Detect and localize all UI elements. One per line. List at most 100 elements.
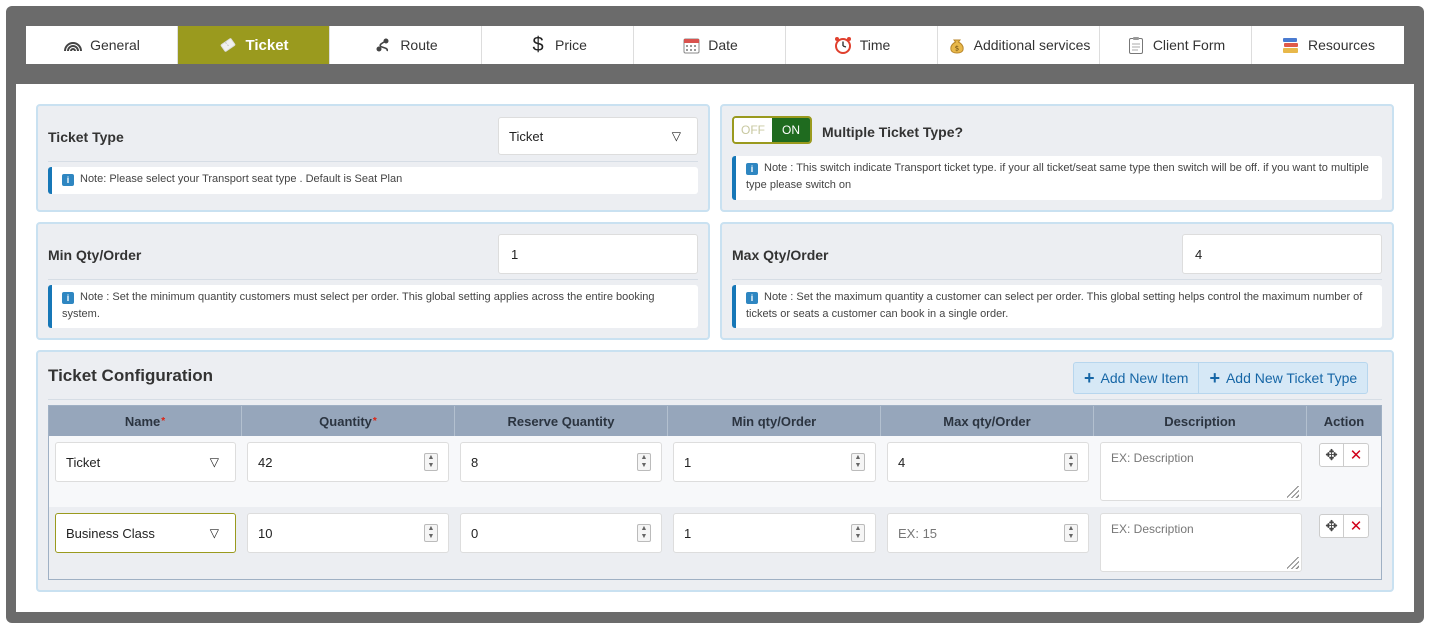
tab-label: Resources xyxy=(1308,37,1375,53)
note-text: Note : Set the minimum quantity customer… xyxy=(62,291,655,320)
config-actions: + Add New Item + Add New Ticket Type xyxy=(1073,362,1369,394)
svg-text:$: $ xyxy=(954,45,958,53)
tab-ticket[interactable]: Ticket xyxy=(178,26,330,64)
min-qty-value: 1 xyxy=(511,246,519,262)
info-icon: i xyxy=(62,174,74,186)
min-value: 1 xyxy=(684,454,692,470)
col-min: Min qty/Order xyxy=(668,406,881,436)
resize-handle-icon[interactable] xyxy=(1287,486,1299,498)
delete-icon[interactable]: ✕ xyxy=(1344,515,1368,537)
tab-date[interactable]: Date xyxy=(634,26,786,64)
broadcast-icon xyxy=(63,38,83,52)
max-value: 4 xyxy=(898,454,906,470)
ticket-type-value: Ticket xyxy=(509,128,544,144)
move-icon[interactable]: ✥ xyxy=(1320,444,1345,466)
ticket-icon xyxy=(218,36,238,54)
tab-additional-services[interactable]: $ Additional services xyxy=(938,26,1100,64)
delete-icon[interactable]: ✕ xyxy=(1344,444,1368,466)
tab-price[interactable]: $ Price xyxy=(482,26,634,64)
note-text: Note : Set the maximum quantity a custom… xyxy=(746,291,1363,320)
min-qty-input[interactable]: 1 xyxy=(498,234,698,274)
multiple-ticket-toggle[interactable]: OFF ON xyxy=(732,116,812,144)
description-textarea[interactable]: EX: Description xyxy=(1100,513,1302,572)
move-icon[interactable]: ✥ xyxy=(1320,515,1345,537)
add-new-ticket-type-label: Add New Ticket Type xyxy=(1225,370,1358,386)
toggle-on[interactable]: ON xyxy=(772,118,810,142)
add-new-ticket-type-button[interactable]: + Add New Ticket Type xyxy=(1198,363,1367,393)
resize-handle-icon[interactable] xyxy=(1287,557,1299,569)
info-icon: i xyxy=(746,163,758,175)
calendar-icon xyxy=(681,37,701,54)
plus-icon: + xyxy=(1209,368,1220,388)
quantity-value: 42 xyxy=(258,454,273,470)
ticket-name-value: Ticket xyxy=(66,454,101,470)
divider xyxy=(48,399,1382,400)
books-icon xyxy=(1281,37,1301,54)
reserve-quantity-input[interactable]: 0 ▲ ▼ xyxy=(460,513,662,553)
stepper-icon[interactable]: ▲ ▼ xyxy=(637,524,651,542)
divider xyxy=(732,279,1382,280)
multiple-ticket-note: i Note : This switch indicate Transport t… xyxy=(732,156,1382,200)
tab-time[interactable]: Time xyxy=(786,26,938,64)
tab-resources[interactable]: Resources xyxy=(1252,26,1404,64)
min-qty-order-input[interactable]: 1 ▲ ▼ xyxy=(673,442,876,482)
ticket-type-select[interactable]: Ticket ▽ xyxy=(498,117,698,155)
info-icon: i xyxy=(62,292,74,304)
tab-label: Route xyxy=(400,37,438,53)
col-quantity-label: Quantity xyxy=(319,413,372,429)
max-qty-order-input[interactable]: 4 ▲ ▼ xyxy=(887,442,1089,482)
max-qty-input[interactable]: 4 xyxy=(1182,234,1382,274)
min-qty-order-input[interactable]: 1 ▲ ▼ xyxy=(673,513,876,553)
col-quantity: Quantity * xyxy=(242,406,455,436)
stepper-icon[interactable]: ▲ ▼ xyxy=(424,453,438,471)
table-row: Business Class ▽ 10 ▲ ▼ 0 ▲ ▼ 1 ▲ ▼ EX: 15 … xyxy=(49,507,1381,578)
stepper-icon[interactable]: ▲ ▼ xyxy=(851,524,865,542)
chevron-down-icon: ▽ xyxy=(671,129,681,143)
alarm-clock-icon xyxy=(833,36,853,54)
max-qty-order-input[interactable]: EX: 15 ▲ ▼ xyxy=(887,513,1089,553)
stepper-icon[interactable]: ▲ ▼ xyxy=(637,453,651,471)
ticket-table: Name * Quantity * Reserve Quantity Min qty… xyxy=(48,405,1382,580)
dollar-icon: $ xyxy=(532,33,544,56)
quantity-value: 10 xyxy=(258,525,273,541)
reserve-quantity-input[interactable]: 8 ▲ ▼ xyxy=(460,442,662,482)
tab-label: Ticket xyxy=(245,36,289,54)
add-new-item-button[interactable]: + Add New Item xyxy=(1074,363,1198,393)
col-action: Action xyxy=(1323,413,1365,429)
max-qty-note: i Note : Set the maximum quantity a custo… xyxy=(732,285,1382,328)
tab-label: General xyxy=(90,37,140,53)
min-value: 1 xyxy=(684,525,692,541)
tab-general[interactable]: General xyxy=(26,26,178,64)
ticket-name-select[interactable]: Ticket ▽ xyxy=(55,442,236,482)
multiple-ticket-label: Multiple Ticket Type? xyxy=(822,124,964,140)
money-bag-icon: $ xyxy=(947,36,967,54)
table-row: Ticket ▽ 42 ▲ ▼ 8 ▲ ▼ 1 ▲ ▼ 4 ▲ ▼ EX: Descri… xyxy=(49,436,1381,507)
info-icon: i xyxy=(746,292,758,304)
description-textarea[interactable]: EX: Description xyxy=(1100,442,1302,501)
stepper-icon[interactable]: ▲ ▼ xyxy=(424,524,438,542)
min-qty-note: i Note : Set the minimum quantity custome… xyxy=(48,285,698,328)
toggle-off[interactable]: OFF xyxy=(734,118,772,142)
ticket-name-select[interactable]: Business Class ▽ xyxy=(55,513,236,553)
quantity-input[interactable]: 10 ▲ ▼ xyxy=(247,513,449,553)
col-name: Name * xyxy=(49,406,242,436)
ticket-name-value: Business Class xyxy=(66,525,155,541)
col-description: Description xyxy=(1094,406,1307,436)
tab-client-form[interactable]: Client Form xyxy=(1100,26,1252,64)
stepper-icon[interactable]: ▲ ▼ xyxy=(1064,453,1078,471)
tab-route[interactable]: Route xyxy=(330,26,482,64)
stepper-icon[interactable]: ▲ ▼ xyxy=(1064,524,1078,542)
max-qty-value: 4 xyxy=(1195,246,1203,262)
route-icon xyxy=(373,37,393,53)
row-actions: ✥ ✕ xyxy=(1319,443,1369,467)
min-qty-label: Min Qty/Order xyxy=(48,247,142,263)
col-name-label: Name xyxy=(124,413,161,429)
note-text: Note: Please select your Transport seat … xyxy=(80,173,403,185)
description-placeholder: EX: Description xyxy=(1111,451,1194,465)
stepper-icon[interactable]: ▲ ▼ xyxy=(851,453,865,471)
tab-bar: General Ticket Route $ Price Date Time $… xyxy=(26,26,1404,64)
quantity-input[interactable]: 42 ▲ ▼ xyxy=(247,442,449,482)
divider xyxy=(48,279,698,280)
divider xyxy=(48,161,698,162)
chevron-down-icon: ▽ xyxy=(209,455,219,469)
